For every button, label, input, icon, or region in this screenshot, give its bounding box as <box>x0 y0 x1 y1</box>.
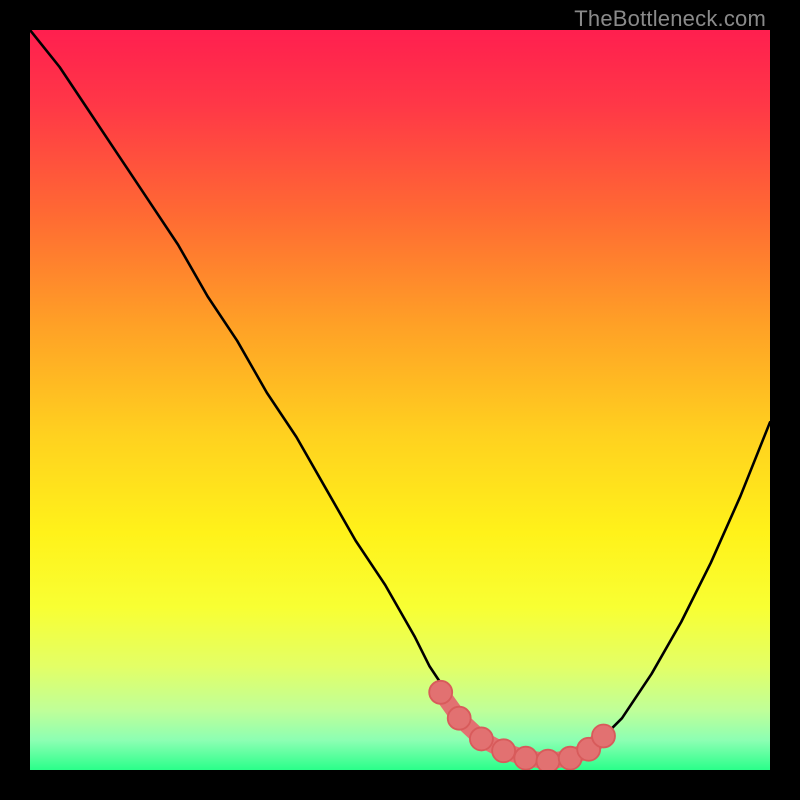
marker-dot <box>492 739 515 762</box>
bottleneck-curve <box>30 30 770 761</box>
chart-frame: { "watermark": "TheBottleneck.com", "col… <box>0 0 800 800</box>
marker-dot <box>592 724 615 747</box>
plot-area <box>30 30 770 770</box>
watermark-text: TheBottleneck.com <box>574 6 766 32</box>
marker-dot <box>429 681 452 704</box>
marker-dot <box>470 727 493 750</box>
marker-dot <box>448 707 471 730</box>
marker-dot <box>514 747 537 770</box>
marker-group <box>429 681 615 770</box>
curve-layer <box>30 30 770 770</box>
marker-dot <box>537 750 560 770</box>
